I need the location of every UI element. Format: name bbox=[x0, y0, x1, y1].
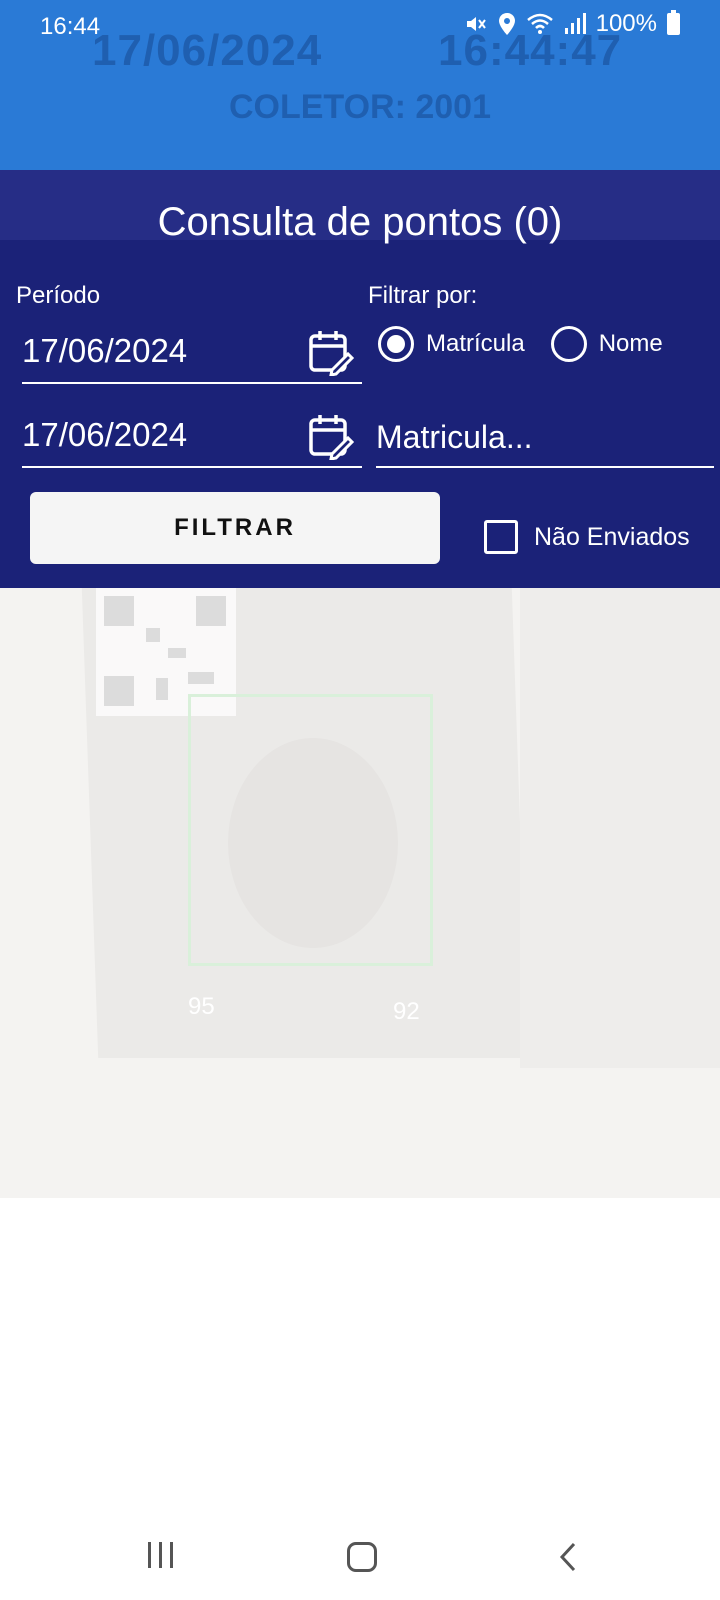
filtrar-por-label: Filtrar por: bbox=[368, 282, 478, 309]
start-date-value: 17/06/2024 bbox=[22, 332, 188, 369]
wifi-icon bbox=[526, 13, 553, 34]
camera-background-right bbox=[520, 588, 720, 1068]
face-score-left: 95 bbox=[188, 993, 215, 1020]
back-icon[interactable] bbox=[554, 1542, 584, 1572]
radio-nome-label: Nome bbox=[598, 330, 663, 357]
filter-radio-group: Matrícula Nome bbox=[378, 326, 663, 362]
status-time: 16:44 bbox=[40, 13, 101, 40]
recents-icon[interactable] bbox=[148, 1542, 178, 1572]
location-icon bbox=[498, 13, 515, 35]
filtrar-button[interactable]: FILTRAR bbox=[30, 492, 440, 564]
status-bar: 16:44 100% bbox=[0, 0, 720, 52]
calendar-edit-icon[interactable] bbox=[308, 412, 354, 460]
start-date-field[interactable]: 17/06/2024 bbox=[22, 322, 362, 384]
nao-enviados-label: Não Enviados bbox=[534, 522, 690, 551]
periodo-label: Período bbox=[16, 282, 101, 309]
radio-matricula[interactable]: Matrícula bbox=[378, 326, 525, 362]
nao-enviados-box[interactable] bbox=[484, 520, 518, 554]
battery-icon bbox=[667, 10, 680, 35]
matricula-field[interactable] bbox=[376, 406, 714, 468]
home-icon[interactable] bbox=[347, 1542, 377, 1572]
end-date-field[interactable]: 17/06/2024 bbox=[22, 406, 362, 468]
navigation-bar bbox=[0, 1530, 720, 1600]
dialog-title: Consulta de pontos (0) bbox=[157, 200, 563, 244]
face-score-right: 92 bbox=[393, 998, 420, 1025]
calendar-edit-icon[interactable] bbox=[308, 328, 354, 376]
camera-preview: 95 92 bbox=[0, 588, 720, 1198]
face-detection-box bbox=[188, 694, 433, 966]
radio-matricula-label: Matrícula bbox=[426, 330, 525, 357]
mute-icon bbox=[466, 17, 486, 31]
nao-enviados-checkbox[interactable]: Não Enviados bbox=[484, 520, 690, 554]
radio-nome-button[interactable] bbox=[550, 326, 587, 362]
end-date-value: 17/06/2024 bbox=[22, 416, 188, 453]
background-coletor: COLETOR: 2001 bbox=[228, 88, 491, 126]
battery-percent: 100% bbox=[595, 10, 657, 37]
radio-matricula-button[interactable] bbox=[378, 326, 414, 362]
consulta-dialog: Consulta de pontos (0) Período Filtrar p… bbox=[0, 170, 720, 588]
matricula-input[interactable] bbox=[376, 412, 714, 462]
status-icons: 100% bbox=[464, 10, 680, 38]
radio-nome[interactable]: Nome bbox=[550, 326, 663, 362]
signal-icon bbox=[564, 13, 586, 34]
